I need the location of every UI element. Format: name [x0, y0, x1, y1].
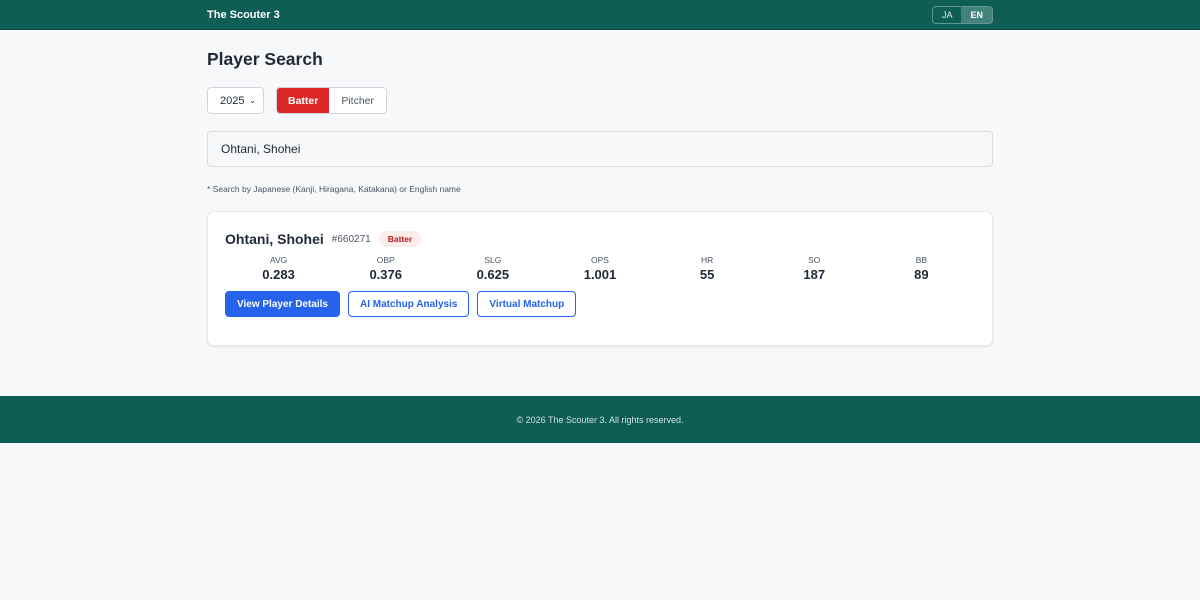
page-footer: © 2026 The Scouter 3. All rights reserve… [0, 396, 1200, 443]
stat-value: 0.283 [262, 267, 295, 282]
virtual-matchup-button[interactable]: Virtual Matchup [477, 291, 577, 317]
player-name: Ohtani, Shohei [225, 231, 324, 247]
player-type-toggle: Batter Pitcher [276, 87, 388, 114]
stat-value: 187 [803, 267, 826, 282]
stat-label: OBP [376, 255, 395, 265]
stat-slg: SLG 0.625 [439, 255, 546, 282]
top-nav-bar: The Scouter 3 JA EN [0, 0, 1200, 30]
player-stats-row: AVG 0.283 OBP 0.376 SLG 0.625 OPS 1.001 … [225, 255, 975, 282]
stat-value: 55 [699, 267, 715, 282]
main-content: Player Search 2025 ⌄ Batter Pitcher * Se… [207, 30, 993, 346]
stat-label: SO [808, 255, 821, 265]
language-toggle: JA EN [931, 6, 993, 24]
player-card-header: Ohtani, Shohei #660271 Batter [225, 231, 975, 247]
stat-label: OPS [591, 255, 609, 265]
stat-ops: OPS 1.001 [546, 255, 653, 282]
stat-label: AVG [269, 255, 288, 265]
stat-avg: AVG 0.283 [225, 255, 332, 282]
stat-value: 0.376 [369, 267, 402, 282]
view-player-details-button[interactable]: View Player Details [225, 291, 340, 317]
year-select-value: 2025 [220, 94, 245, 107]
stat-label: HR [700, 255, 714, 265]
brand-logo[interactable]: The Scouter 3 [207, 9, 280, 21]
stat-value: 1.001 [583, 267, 617, 282]
stat-value: 89 [914, 267, 929, 282]
player-type-badge: Batter [378, 231, 422, 247]
player-search-input[interactable] [221, 142, 979, 156]
chevron-down-icon: ⌄ [249, 96, 256, 105]
footer-copyright: © 2026 The Scouter 3. All rights reserve… [516, 414, 684, 425]
player-id: #660271 [331, 233, 371, 245]
year-select[interactable]: 2025 ⌄ [207, 87, 264, 114]
stat-value: 0.625 [476, 267, 510, 282]
lang-button-ja[interactable]: JA [933, 7, 962, 23]
stat-so: SO 187 [761, 255, 868, 282]
stat-obp: OBP 0.376 [332, 255, 439, 282]
type-button-batter[interactable]: Batter [277, 88, 330, 113]
stat-hr: HR 55 [654, 255, 761, 282]
stat-label: SLG [484, 255, 502, 265]
stat-label: BB [915, 255, 928, 265]
stat-bb: BB 89 [868, 255, 975, 282]
search-hint: * Search by Japanese (Kanji, Hiragana, K… [207, 184, 461, 194]
page-title: Player Search [207, 49, 323, 69]
type-button-pitcher[interactable]: Pitcher [329, 88, 386, 113]
top-nav-inner: The Scouter 3 JA EN [207, 0, 993, 30]
player-actions: View Player Details AI Matchup Analysis … [225, 291, 975, 317]
lang-button-en[interactable]: EN [961, 7, 992, 23]
player-result-card: Ohtani, Shohei #660271 Batter AVG 0.283 … [207, 211, 993, 346]
search-box[interactable] [207, 131, 993, 167]
search-controls: 2025 ⌄ Batter Pitcher [207, 87, 993, 114]
ai-matchup-analysis-button[interactable]: AI Matchup Analysis [347, 291, 470, 317]
